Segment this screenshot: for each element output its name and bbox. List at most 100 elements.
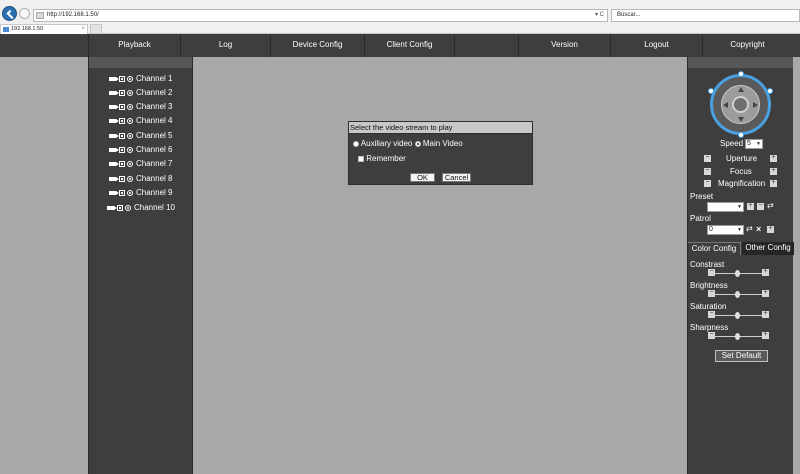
play-icon[interactable] — [119, 117, 125, 124]
record-icon[interactable] — [127, 103, 133, 110]
record-icon[interactable] — [127, 189, 133, 196]
address-bar[interactable]: http://192.168.1.50/ ▾ C — [33, 9, 608, 22]
sharpness-slider-thumb[interactable] — [735, 333, 740, 340]
contrast-plus-button[interactable]: + — [762, 268, 769, 276]
arrow-down-icon[interactable] — [738, 117, 744, 122]
cancel-button[interactable]: Cancel — [442, 173, 471, 182]
play-icon[interactable] — [119, 175, 125, 182]
brightness-slider-thumb[interactable] — [735, 291, 740, 298]
browser-tab[interactable]: 192.168.1.50 × — [0, 24, 88, 34]
remember-checkbox[interactable] — [358, 155, 364, 162]
sharpness-plus-button[interactable]: + — [762, 331, 769, 339]
arrow-left-icon[interactable] — [723, 102, 728, 108]
play-icon[interactable] — [119, 189, 125, 196]
nav-version[interactable]: Version — [518, 34, 610, 57]
magnification-plus-button[interactable]: + — [770, 179, 777, 187]
preset-add-button[interactable]: + — [747, 202, 754, 210]
saturation-slider-thumb[interactable] — [735, 312, 740, 319]
contrast-slider[interactable] — [708, 270, 767, 277]
ptz-knob-top[interactable] — [738, 71, 744, 77]
channel-label: Channel 8 — [136, 174, 173, 183]
contrast-label: Constrast — [690, 260, 725, 269]
forward-arrow-icon[interactable] — [19, 8, 30, 19]
patrol-select[interactable]: 0 — [707, 225, 744, 235]
tab-other-config[interactable]: Other Config — [742, 242, 794, 255]
saturation-slider[interactable] — [708, 312, 767, 319]
new-tab-button[interactable] — [90, 24, 102, 34]
record-icon[interactable] — [127, 175, 133, 182]
ptz-knob-bottom[interactable] — [738, 132, 744, 138]
camera-icon — [109, 133, 119, 138]
record-icon[interactable] — [127, 160, 133, 167]
record-icon[interactable] — [127, 146, 133, 153]
preset-goto-icon[interactable]: ⇄ — [767, 201, 774, 210]
play-icon[interactable] — [119, 103, 125, 110]
channel-item[interactable]: Channel 5 — [109, 130, 172, 142]
channel-item[interactable]: Channel 3 — [109, 101, 172, 113]
channel-label: Channel 2 — [136, 88, 173, 97]
ptz-direction-ring[interactable] — [721, 85, 760, 124]
record-icon[interactable] — [127, 132, 133, 139]
refresh-icon[interactable]: ▾ C — [595, 10, 604, 21]
uperture-minus-button[interactable]: − — [704, 154, 711, 162]
nav-log[interactable]: Log — [180, 34, 270, 57]
ok-button[interactable]: OK — [410, 173, 435, 182]
focus-minus-button[interactable]: − — [704, 167, 711, 175]
nav-device-config[interactable]: Device Config — [270, 34, 364, 57]
channel-panel-header — [89, 57, 192, 68]
tab-close-icon[interactable]: × — [81, 25, 85, 34]
brightness-plus-button[interactable]: + — [762, 289, 769, 297]
play-icon[interactable] — [119, 75, 125, 82]
brightness-slider[interactable] — [708, 291, 767, 298]
play-icon[interactable] — [119, 89, 125, 96]
contrast-slider-thumb[interactable] — [735, 270, 740, 277]
main-video-radio[interactable] — [414, 140, 421, 147]
play-icon[interactable] — [119, 132, 125, 139]
record-icon[interactable] — [125, 204, 131, 211]
channel-item[interactable]: Channel 8 — [109, 173, 172, 185]
patrol-add-button[interactable]: + — [767, 225, 774, 233]
play-icon[interactable] — [119, 160, 125, 167]
channel-label: Channel 7 — [136, 159, 173, 168]
ptz-center-button[interactable] — [732, 96, 749, 113]
arrow-right-icon[interactable] — [753, 102, 758, 108]
record-icon[interactable] — [127, 89, 133, 96]
search-input[interactable]: Buscar... — [611, 9, 800, 22]
aux-video-radio[interactable] — [353, 140, 359, 147]
nav-client-config[interactable]: Client Config — [364, 34, 454, 57]
patrol-swap-icon[interactable]: ⇄ — [746, 224, 753, 233]
preset-select[interactable] — [707, 202, 744, 212]
sharpness-slider[interactable] — [708, 333, 767, 340]
nav-playback[interactable]: Playback — [88, 34, 180, 57]
preset-remove-button[interactable]: − — [757, 202, 764, 210]
patrol-close-icon[interactable]: × — [756, 224, 761, 234]
nav-copyright[interactable]: Copyright — [702, 34, 792, 57]
channel-item[interactable]: Channel 10 — [107, 202, 175, 214]
set-default-button[interactable]: Set Default — [715, 350, 768, 362]
ptz-knob-right[interactable] — [767, 88, 773, 94]
dialog-title: Select the video stream to play — [349, 122, 532, 134]
saturation-plus-button[interactable]: + — [762, 310, 769, 318]
channel-item[interactable]: Channel 6 — [109, 144, 172, 156]
arrow-up-icon[interactable] — [738, 87, 744, 92]
channel-item[interactable]: Channel 9 — [109, 187, 172, 199]
uperture-plus-button[interactable]: + — [770, 154, 777, 162]
ptz-joystick[interactable] — [708, 71, 773, 138]
record-icon[interactable] — [127, 117, 133, 124]
back-arrow-icon[interactable] — [2, 6, 17, 21]
channel-item[interactable]: Channel 4 — [109, 115, 172, 127]
channel-item[interactable]: Channel 7 — [109, 158, 172, 170]
play-icon[interactable] — [117, 204, 123, 211]
play-icon[interactable] — [119, 146, 125, 153]
address-url: http://192.168.1.50/ — [47, 12, 99, 18]
channel-item[interactable]: Channel 1 — [109, 73, 172, 85]
channel-item[interactable]: Channel 2 — [109, 87, 172, 99]
focus-plus-button[interactable]: + — [770, 167, 777, 175]
magnification-minus-button[interactable]: − — [704, 179, 711, 187]
nav-logout[interactable]: Logout — [610, 34, 702, 57]
tab-color-config[interactable]: Color Config — [688, 242, 741, 255]
ptz-knob-left[interactable] — [708, 88, 714, 94]
speed-select[interactable]: 5 — [745, 139, 763, 149]
focus-label: Focus — [730, 167, 752, 176]
record-icon[interactable] — [127, 75, 133, 82]
